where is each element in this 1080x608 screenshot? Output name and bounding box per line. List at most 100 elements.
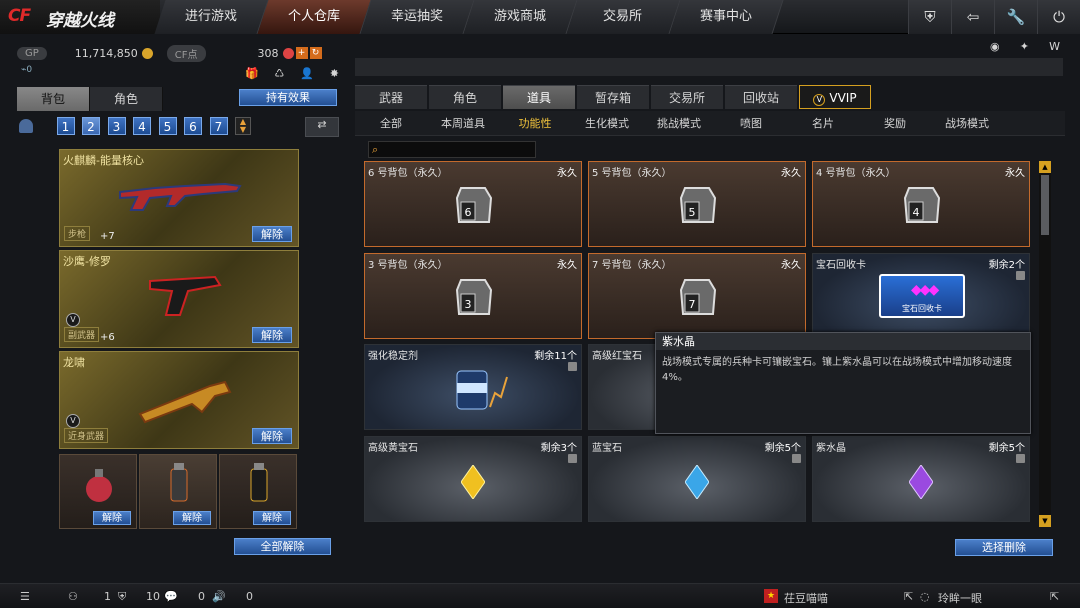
lock-icon	[568, 362, 577, 371]
expand-icon[interactable]: ⇱	[904, 590, 913, 603]
tab-character[interactable]: 角色	[90, 87, 163, 111]
shield-small-icon: ⛨	[118, 590, 127, 603]
subtab-bio[interactable]: 生化模式	[571, 111, 643, 136]
weapon-slot-melee[interactable]: 龙啸 V 近身武器 解除	[59, 351, 299, 449]
user-name-2[interactable]: 玲眸一眼	[938, 590, 982, 606]
inventory-panel: GP 11,714,850 CF点 308 + ↻ ⌁0 🎁 ♺ 👤 ✸ 背包 …	[17, 39, 339, 559]
weapon-slot-secondary[interactable]: 沙鹰-修罗 V 副武器 +6 解除	[59, 250, 299, 348]
back-icon[interactable]: ⇦	[951, 0, 994, 34]
scroll-down-icon[interactable]: ▼	[1039, 515, 1051, 527]
game-logo: CF 穿越火线	[0, 0, 160, 34]
weapon-category: 近身武器	[64, 428, 109, 443]
item-card[interactable]: 5 号背包（永久） 永久 5	[588, 161, 806, 247]
search-input[interactable]: ⌕	[368, 141, 536, 158]
nav-events[interactable]: 赛事中心	[669, 0, 784, 34]
scroll-thumb[interactable]	[1041, 175, 1049, 235]
weapon-name: 火麒麟-能量核心	[63, 154, 144, 167]
item-card[interactable]: 4 号背包（永久） 永久 4	[812, 161, 1030, 247]
chat-icon[interactable]: 💬	[164, 590, 178, 603]
item-card[interactable]: 强化稳定剂 剩余11个	[364, 344, 582, 430]
page-stepper[interactable]: ▲ ▼	[235, 117, 251, 135]
tooltip-title: 紫水晶	[656, 333, 1030, 350]
item-card[interactable]: 7 号背包（永久） 永久 7	[588, 253, 806, 339]
item-card[interactable]: 蓝宝石 剩余5个	[588, 436, 806, 522]
purple-gem-icon	[909, 465, 933, 499]
remove-button[interactable]: 解除	[252, 428, 292, 444]
tab-vvip[interactable]: V VVIP	[799, 85, 871, 109]
page-2[interactable]: 2	[82, 117, 100, 135]
subtab-card[interactable]: 名片	[787, 111, 859, 136]
grenade-slot-3[interactable]: 解除	[219, 454, 297, 529]
grenade-icon[interactable]: ✸	[330, 67, 339, 85]
nav-play[interactable]: 进行游戏	[154, 0, 269, 34]
page-6[interactable]: 6	[184, 117, 202, 135]
shield-icon[interactable]: ⛨	[908, 0, 951, 34]
left-tool-icons: 🎁 ♺ 👤 ✸	[245, 67, 339, 85]
cf-value: 308	[257, 46, 279, 60]
expand-icon[interactable]: ⇱	[1050, 590, 1059, 603]
item-card[interactable]: 高级黄宝石 剩余3个	[364, 436, 582, 522]
remove-button[interactable]: 解除	[173, 511, 211, 525]
grenade-slot-2[interactable]: 解除	[139, 454, 217, 529]
user-name-1[interactable]: 茌豆喵喵	[784, 590, 828, 606]
tab-recycle[interactable]: 回收站	[725, 85, 797, 109]
lock-icon	[792, 454, 801, 463]
remove-button[interactable]: 解除	[252, 327, 292, 343]
nav-warehouse[interactable]: 个人仓库	[257, 0, 372, 34]
item-card[interactable]: 6 号背包（永久） 永久 6	[364, 161, 582, 247]
page-5[interactable]: 5	[158, 117, 177, 135]
select-delete-button[interactable]: 选择删除	[955, 539, 1053, 556]
page-4[interactable]: 4	[133, 117, 151, 135]
add-cf-button[interactable]: +	[295, 47, 308, 59]
scrollbar[interactable]: ▲ ▼	[1039, 161, 1051, 527]
tab-backpack[interactable]: 背包	[17, 87, 90, 111]
svg-text:6: 6	[465, 206, 472, 219]
page-3[interactable]: 3	[107, 117, 126, 135]
item-panel: 武器 角色 道具 暂存箱 交易所 回收站 V VVIP 全部 本周道具 功能性 生…	[355, 40, 1065, 560]
remove-all-button[interactable]: 全部解除	[234, 538, 331, 555]
power-icon[interactable]: ⏻	[1037, 0, 1080, 34]
cycle-icon[interactable]: ♺	[275, 67, 285, 85]
pistol-icon	[149, 275, 222, 316]
subtab-reward[interactable]: 奖励	[859, 111, 931, 136]
grenade-slot-1[interactable]: 解除	[59, 454, 137, 529]
item-card[interactable]: 紫水晶 剩余5个	[812, 436, 1030, 522]
subtab-functional[interactable]: 功能性	[499, 111, 571, 136]
item-card[interactable]: 宝石回收卡 剩余2个 宝石回收卡 ◆◆◆	[812, 253, 1030, 339]
menu-icon[interactable]: ☰	[20, 590, 30, 603]
active-effect-button[interactable]: 持有效果	[239, 89, 337, 106]
page-7[interactable]: 7	[209, 117, 228, 135]
tab-storage[interactable]: 暂存箱	[577, 85, 649, 109]
remove-button[interactable]: 解除	[252, 226, 292, 242]
tab-items[interactable]: 道具	[503, 85, 575, 109]
weapon-slot-primary[interactable]: 火麒麟-能量核心 步枪 +7 解除	[59, 149, 299, 247]
subtab-challenge[interactable]: 挑战模式	[643, 111, 715, 136]
refresh-cf-button[interactable]: ↻	[309, 47, 322, 59]
user-icon[interactable]: 👤	[300, 67, 314, 85]
currency-row: GP 11,714,850 CF点 308 + ↻	[17, 42, 339, 64]
scroll-up-icon[interactable]: ▲	[1039, 161, 1051, 173]
tab-roles[interactable]: 角色	[429, 85, 501, 109]
backpack-icon: 4	[903, 187, 941, 223]
subtab-weekly[interactable]: 本周道具	[427, 111, 499, 136]
item-card[interactable]: 3 号背包（永久） 永久 3	[364, 253, 582, 339]
wrench-icon[interactable]: 🔧	[994, 0, 1037, 34]
count-4: 0	[246, 590, 253, 603]
backpack-icon: 7	[679, 279, 717, 315]
tab-weapons[interactable]: 武器	[355, 85, 427, 109]
gift-icon[interactable]: 🎁	[245, 67, 259, 85]
nav-lottery[interactable]: 幸运抽奖	[360, 0, 475, 34]
subtab-all[interactable]: 全部	[355, 111, 427, 136]
subtab-battlefield[interactable]: 战场模式	[931, 111, 1003, 136]
speaker-icon[interactable]: 🔊	[212, 590, 226, 603]
remove-button[interactable]: 解除	[93, 511, 131, 525]
subtab-spray[interactable]: 喷图	[715, 111, 787, 136]
lock-icon	[1016, 271, 1025, 280]
transfer-icon[interactable]: ⇄	[305, 117, 339, 137]
nav-shop[interactable]: 游戏商城	[463, 0, 578, 34]
svg-text:7: 7	[689, 298, 696, 311]
remove-button[interactable]: 解除	[253, 511, 291, 525]
nav-exchange[interactable]: 交易所	[566, 0, 681, 34]
tab-exchange[interactable]: 交易所	[651, 85, 723, 109]
page-1[interactable]: 1	[56, 117, 75, 135]
